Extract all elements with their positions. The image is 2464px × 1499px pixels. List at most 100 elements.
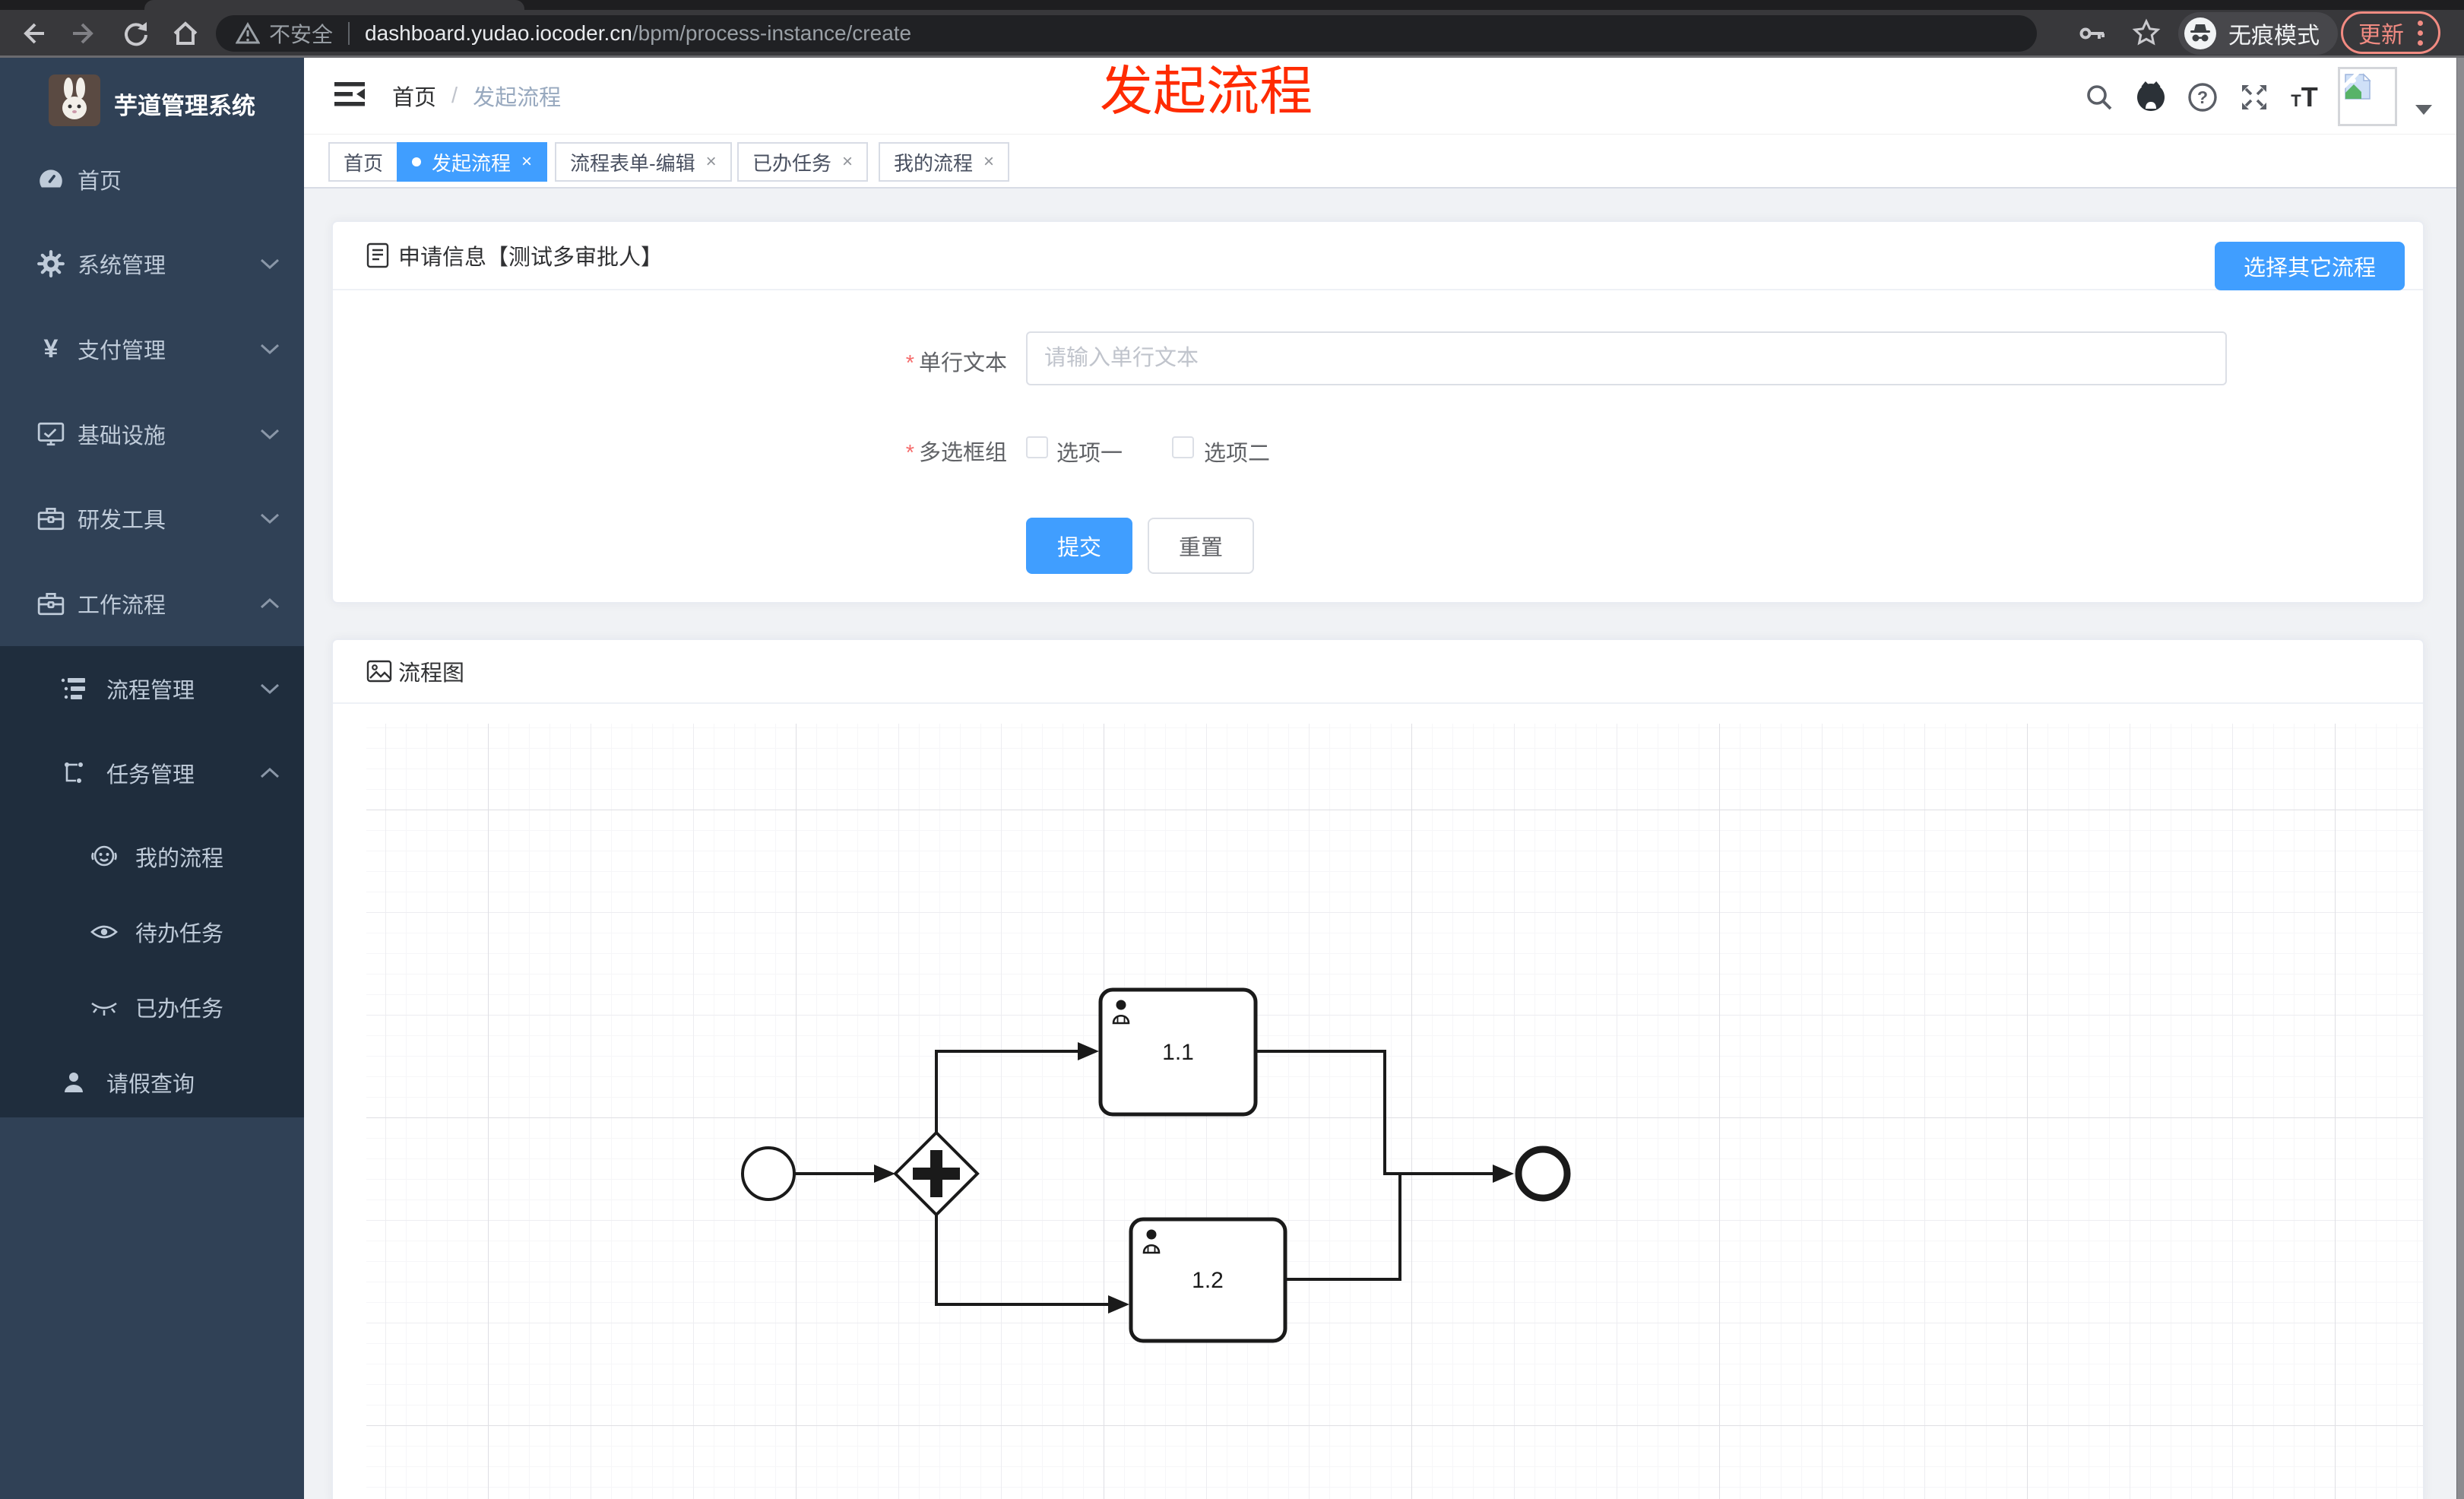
- breadcrumb: 首页 / 发起流程: [392, 58, 561, 134]
- arrowhead-icon: [1078, 1042, 1099, 1060]
- flow-task2-to-end: [1285, 1175, 1401, 1281]
- tab-label: 首页: [344, 151, 384, 175]
- sidebar-item-system[interactable]: 系统管理: [0, 221, 304, 306]
- search-icon: [2087, 85, 2112, 110]
- breadcrumb-home[interactable]: 首页: [392, 80, 436, 112]
- page-scrollbar[interactable]: [2456, 58, 2464, 1499]
- forward-arrow-icon: [73, 23, 93, 44]
- checkbox-option-1-label[interactable]: 选项一: [1056, 436, 1123, 467]
- arrowhead-icon: [1108, 1295, 1129, 1314]
- required-asterisk: *: [905, 351, 914, 376]
- svg-text:?: ?: [2197, 87, 2208, 107]
- close-icon[interactable]: ×: [521, 153, 532, 171]
- tree-table-icon: [61, 676, 87, 702]
- tab-my-process[interactable]: 我的流程 ×: [879, 142, 1010, 182]
- flow-task1-to-end: [1256, 1050, 1493, 1175]
- update-button[interactable]: 更新: [2358, 16, 2404, 49]
- single-line-text-input[interactable]: [1026, 331, 2227, 385]
- help-button[interactable]: ?: [2183, 78, 2222, 117]
- fullscreen-icon: [2242, 85, 2266, 109]
- tab-done-tasks[interactable]: 已办任务 ×: [737, 142, 869, 182]
- chevron-down-icon: [260, 258, 280, 270]
- incognito-badge: 无痕模式: [2178, 12, 2338, 55]
- tab-label: 流程表单-编辑: [570, 151, 695, 175]
- url-bar[interactable]: 不安全 dashboard.yudao.iocoder.cn/bpm/proce…: [216, 15, 2037, 52]
- active-dot-icon: [412, 157, 421, 166]
- sidebar-item-workflow[interactable]: 工作流程: [0, 561, 304, 646]
- page-content: 申请信息【测试多审批人】 选择其它流程 *单行文本 *多选框组 选项一 选项二 …: [304, 189, 2464, 1499]
- close-icon[interactable]: ×: [842, 153, 853, 171]
- checkbox-option-2-label[interactable]: 选项二: [1204, 436, 1270, 467]
- tab-create-process[interactable]: 发起流程 ×: [397, 142, 548, 182]
- browser-back-button[interactable]: [11, 11, 56, 56]
- checkbox-option-1[interactable]: [1026, 436, 1048, 458]
- close-icon[interactable]: ×: [706, 153, 717, 171]
- header-search-button[interactable]: [2079, 78, 2119, 117]
- browser-home-button[interactable]: [163, 11, 208, 56]
- sidebar-item-my-process[interactable]: 我的流程: [0, 819, 304, 895]
- browser-tab-strip: [0, 0, 2464, 10]
- sidebar-item-label: 基础设施: [78, 424, 166, 448]
- screen: 不安全 dashboard.yudao.iocoder.cn/bpm/proce…: [0, 0, 2464, 1499]
- app-navbar: 首页 / 发起流程 ? TT: [304, 58, 2464, 134]
- sidebar-item-label: 研发工具: [78, 509, 166, 533]
- choose-other-process-button[interactable]: 选择其它流程: [2215, 242, 2405, 290]
- bookmark-star-button[interactable]: [2124, 11, 2169, 56]
- chevron-up-icon: [260, 597, 280, 610]
- reset-button[interactable]: 重置: [1148, 518, 1254, 574]
- app-logo[interactable]: 芋道管理系统: [0, 58, 304, 149]
- submit-button[interactable]: 提交: [1026, 518, 1132, 574]
- sidebar-item-task-mgmt[interactable]: 任务管理: [0, 735, 304, 811]
- gear-icon: [36, 249, 65, 278]
- url-path: /bpm/process-instance/create: [632, 21, 912, 45]
- logo-image: [49, 74, 100, 126]
- browser-active-tab[interactable]: [144, 0, 524, 10]
- sidebar-item-payment[interactable]: ¥ 支付管理: [0, 306, 304, 391]
- bpmn-start-event: [741, 1146, 796, 1201]
- question-icon: ?: [2188, 83, 2217, 112]
- close-icon[interactable]: ×: [983, 153, 994, 171]
- github-button[interactable]: [2131, 78, 2171, 117]
- sidebar-item-leave-query[interactable]: 请假查询: [0, 1044, 304, 1120]
- security-label: 不安全: [269, 23, 334, 46]
- face-icon: [90, 842, 119, 871]
- yen-icon: ¥: [43, 334, 59, 363]
- browser-menu-icon[interactable]: [2418, 20, 2423, 46]
- sidebar-item-process-mgmt[interactable]: 流程管理: [0, 651, 304, 727]
- required-asterisk: *: [905, 441, 914, 465]
- checkbox-option-2[interactable]: [1172, 436, 1194, 458]
- sidebar-toggle-button[interactable]: [334, 81, 368, 111]
- sidebar-item-label: 待办任务: [135, 922, 224, 946]
- font-size-button[interactable]: TT: [2285, 78, 2324, 117]
- hamburger-icon: [334, 82, 365, 106]
- browser-forward-button[interactable]: [61, 11, 106, 56]
- incognito-label: 无痕模式: [2228, 24, 2320, 49]
- sidebar-item-label: 我的流程: [135, 847, 224, 871]
- sidebar: 芋道管理系统 首页 系统管理 ¥ 支付管理 基础设施 研发工具 工作流程 流程管…: [0, 58, 304, 1499]
- sidebar-item-todo-tasks[interactable]: 待办任务: [0, 894, 304, 970]
- monitor-icon: [36, 420, 65, 448]
- toolbox-icon: [36, 589, 65, 618]
- field-label-text: * 单行文本: [905, 351, 1007, 376]
- apply-info-card-header: 申请信息【测试多审批人】: [333, 222, 2423, 290]
- tab-home[interactable]: 首页: [328, 142, 399, 182]
- sidebar-item-home[interactable]: 首页: [0, 137, 304, 222]
- browser-reload-button[interactable]: [112, 11, 158, 56]
- star-icon: [2132, 18, 2161, 46]
- avatar-caret-icon[interactable]: [2415, 105, 2432, 115]
- not-secure-icon: [236, 22, 260, 44]
- tab-form-edit[interactable]: 流程表单-编辑 ×: [555, 142, 732, 182]
- main-area: 首页 / 发起流程 ? TT 首页 发起流程 × 流程表单-编辑 × 已办任务 …: [304, 58, 2464, 1499]
- sidebar-item-devtools[interactable]: 研发工具: [0, 476, 304, 561]
- avatar[interactable]: [2338, 67, 2397, 126]
- password-key-button[interactable]: [2070, 11, 2116, 56]
- tab-label: 已办任务: [752, 151, 832, 175]
- app-title: 芋道管理系统: [114, 93, 255, 119]
- home-icon: [173, 21, 198, 45]
- sidebar-item-done-tasks[interactable]: 已办任务: [0, 969, 304, 1045]
- bpmn-canvas[interactable]: 1.1 1.2: [366, 724, 2423, 1499]
- sidebar-item-infrastructure[interactable]: 基础设施: [0, 391, 304, 477]
- url-divider: [348, 22, 350, 45]
- font-size-icon: T: [2291, 91, 2301, 110]
- fullscreen-button[interactable]: [2234, 78, 2274, 117]
